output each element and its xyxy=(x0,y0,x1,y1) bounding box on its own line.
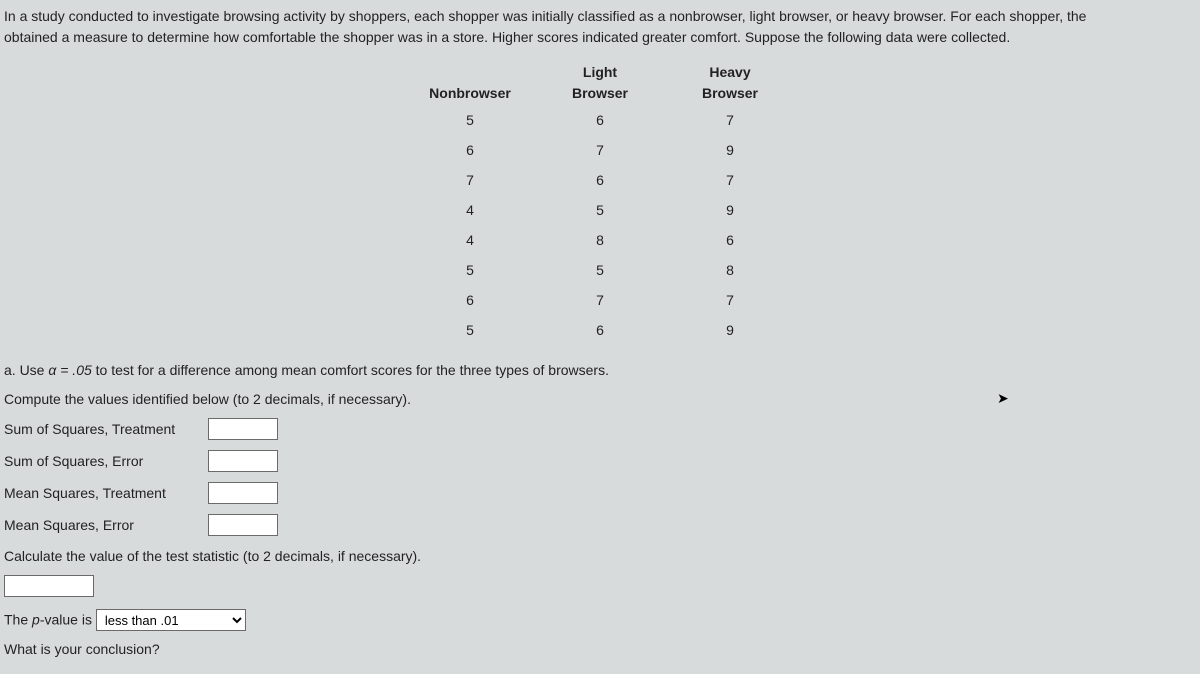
cell: 5 xyxy=(405,320,535,344)
cell: 6 xyxy=(405,290,535,314)
part-a-suffix: to test for a difference among mean comf… xyxy=(96,362,609,378)
p-letter: p xyxy=(32,612,40,628)
label-ms-error: Mean Squares, Error xyxy=(4,515,194,536)
cell: 5 xyxy=(535,260,665,284)
p-value-line: The p-value is less than .01 xyxy=(4,609,1196,631)
col-header-nonbrowser: Nonbrowser xyxy=(405,62,535,104)
cell: 7 xyxy=(665,110,795,134)
cell: 6 xyxy=(405,140,535,164)
cell: 6 xyxy=(535,170,665,194)
col-header-light: Light Browser xyxy=(535,62,665,104)
conclusion-prompt: What is your conclusion? xyxy=(4,639,1196,660)
col-header-heavy: Heavy Browser xyxy=(665,62,795,104)
input-ss-treatment[interactable] xyxy=(208,418,278,440)
cell: 8 xyxy=(535,230,665,254)
cell: 7 xyxy=(665,290,795,314)
intro-line-2: obtained a measure to determine how comf… xyxy=(4,27,1196,48)
cell: 5 xyxy=(535,200,665,224)
p-value-select[interactable]: less than .01 xyxy=(96,609,246,631)
cell: 7 xyxy=(535,290,665,314)
input-test-statistic[interactable] xyxy=(4,575,94,597)
data-table: Nonbrowser Light Browser Heavy Browser 5… xyxy=(0,62,1200,344)
compute-instruction: Compute the values identified below (to … xyxy=(4,389,1196,410)
cell: 7 xyxy=(665,170,795,194)
calc-statistic-label: Calculate the value of the test statisti… xyxy=(4,546,1196,567)
alpha-value: α = .05 xyxy=(48,362,91,378)
cell: 5 xyxy=(405,110,535,134)
cell: 8 xyxy=(665,260,795,284)
cell: 9 xyxy=(665,140,795,164)
cell: 9 xyxy=(665,200,795,224)
cell: 7 xyxy=(405,170,535,194)
cell: 5 xyxy=(405,260,535,284)
cell: 6 xyxy=(535,320,665,344)
p-value-prefix: The xyxy=(4,612,32,628)
cell: 4 xyxy=(405,230,535,254)
intro-line-1: In a study conducted to investigate brow… xyxy=(4,6,1196,27)
part-a-prompt: a. Use α = .05 to test for a difference … xyxy=(4,360,1196,381)
p-value-suffix: -value is xyxy=(40,612,92,628)
cell: 9 xyxy=(665,320,795,344)
input-ms-error[interactable] xyxy=(208,514,278,536)
input-ms-treatment[interactable] xyxy=(208,482,278,504)
cell: 4 xyxy=(405,200,535,224)
label-ms-treatment: Mean Squares, Treatment xyxy=(4,483,194,504)
part-a-prefix: a. Use xyxy=(4,362,48,378)
cell: 6 xyxy=(535,110,665,134)
label-ss-treatment: Sum of Squares, Treatment xyxy=(4,419,194,440)
label-ss-error: Sum of Squares, Error xyxy=(4,451,194,472)
cell: 6 xyxy=(665,230,795,254)
cell: 7 xyxy=(535,140,665,164)
input-ss-error[interactable] xyxy=(208,450,278,472)
